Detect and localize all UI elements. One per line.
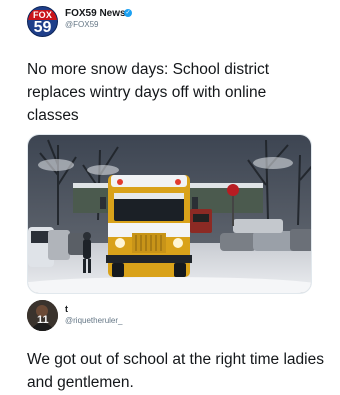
reply-text: We got out of school at the right time l…	[27, 351, 324, 391]
tweet-author-handle[interactable]: @FOX59	[65, 20, 98, 29]
reply-author-avatar[interactable]: 11	[27, 300, 58, 331]
jersey-number: 11	[37, 314, 49, 326]
tweet-photo[interactable]	[27, 134, 312, 294]
verified-badge-icon: ✓	[124, 9, 132, 17]
school-bus	[100, 175, 198, 277]
reply-author-name[interactable]: t	[65, 304, 68, 314]
tweet-text: No more snow days: School district repla…	[27, 61, 270, 124]
reply-author-handle[interactable]: @riquetheruler_	[65, 316, 122, 325]
fox-logo-number: 59	[33, 19, 52, 36]
tweet-author-name[interactable]: FOX59 News	[65, 8, 126, 19]
fox59-avatar[interactable]: FOX 59	[27, 6, 58, 37]
school-bus-snow-photo	[28, 135, 311, 293]
